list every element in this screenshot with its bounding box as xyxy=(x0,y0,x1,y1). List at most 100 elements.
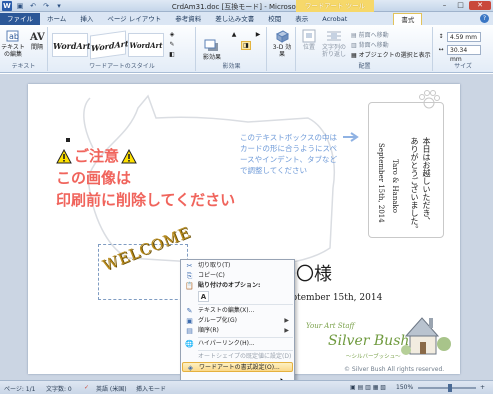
zoom-level[interactable]: 150% xyxy=(396,384,413,391)
wrap-text-label: 文字列の折り返し xyxy=(321,44,346,58)
wordart-style-1[interactable]: WordArt xyxy=(52,33,91,57)
wordart-style-3[interactable]: WordArt xyxy=(128,33,164,57)
wordart-style-2[interactable]: WordArt xyxy=(90,30,129,60)
instruction-note: このテキストボックスの中はカードの形に合うようにスペースやインデント、タブなどで… xyxy=(240,133,338,175)
menu-item-paste-options-label: 貼り付けのオプション: xyxy=(198,282,261,289)
word-count[interactable]: 文字数: 0 xyxy=(46,384,72,393)
zoom-in-icon[interactable]: + xyxy=(480,384,485,391)
insert-mode[interactable]: 挿入モード xyxy=(136,384,166,393)
tab-format[interactable]: 書式 xyxy=(393,13,423,25)
menu-item-group-label: グループ化(G) xyxy=(198,317,237,324)
shadow-effects-button[interactable]: 影効果 xyxy=(199,39,225,61)
tab-insert[interactable]: 挿入 xyxy=(73,13,100,25)
clipboard-icon: 📋 xyxy=(185,282,194,290)
anchor-marker xyxy=(66,138,70,142)
menu-item-cut-label: 切り取り(T) xyxy=(198,262,231,269)
bring-forward-label: 前面へ移動 xyxy=(358,32,389,39)
minimize-icon[interactable]: – xyxy=(437,1,452,10)
3d-cube-icon xyxy=(275,30,290,43)
width-input[interactable]: 30.34 mm xyxy=(447,45,481,63)
edit-text-button[interactable]: ab テキストの編集 xyxy=(1,29,25,58)
selection-pane-button[interactable]: ▦ オブジェクトの選択と表示 xyxy=(351,50,431,59)
zoom-slider-thumb[interactable] xyxy=(448,384,452,392)
position-icon xyxy=(302,29,316,43)
tab-view[interactable]: 表示 xyxy=(288,13,315,25)
zoom-slider[interactable] xyxy=(418,387,476,389)
menu-item-edit-text-label: テキストの編集(X)... xyxy=(198,307,255,314)
menu-separator xyxy=(198,350,293,351)
edit-text-icon: ✎ xyxy=(186,307,193,315)
group-size-label: サイズ xyxy=(454,63,472,70)
tab-home[interactable]: ホーム xyxy=(40,13,73,25)
spacing-label: 間隔 xyxy=(30,44,43,51)
send-backward-icon: ▥ xyxy=(351,42,359,49)
menu-item-hyperlink[interactable]: 🌐 ハイパーリンク(H)... xyxy=(182,339,293,349)
svg-text:AV: AV xyxy=(29,32,45,43)
copy-icon: ⎘ xyxy=(186,272,193,280)
menu-item-set-default: オートシェイプの既定値に設定(D) xyxy=(182,352,293,362)
tab-page-layout[interactable]: ページ レイアウト xyxy=(100,13,168,25)
vertical-line-1: 本日はお越しいただき、 xyxy=(422,137,431,225)
view-buttons[interactable]: ▣ ▤ ▥ ▦ ▧ xyxy=(350,384,386,391)
height-input[interactable]: 4.59 mm xyxy=(447,32,481,42)
change-shape-icon[interactable]: ◧ xyxy=(167,51,177,58)
paste-keep-text-button[interactable]: A xyxy=(198,291,209,302)
event-date: eptember 15th, 2014 xyxy=(286,293,383,303)
menu-item-cut[interactable]: ✂ 切り取り(T) xyxy=(182,261,293,271)
fill-color-icon[interactable]: ◈ xyxy=(167,31,177,38)
menu-item-paste-options: 📋 貼り付けのオプション: xyxy=(182,281,293,291)
close-icon[interactable]: ✕ xyxy=(469,1,491,10)
tab-references[interactable]: 参考資料 xyxy=(168,13,208,25)
maximize-icon[interactable]: □ xyxy=(453,1,468,10)
submenu-arrow-icon: ▶ xyxy=(284,317,289,324)
bring-forward-button[interactable]: ▤ 前面へ移動 xyxy=(351,30,389,39)
wrap-text-button[interactable]: 文字列の折り返し xyxy=(321,29,347,58)
menu-item-hyperlink-label: ハイパーリンク(H)... xyxy=(198,340,255,347)
window-title: CrdAm31.doc [互換モード] - Microsoft Word xyxy=(171,3,322,11)
position-button[interactable]: 位置 xyxy=(299,29,319,51)
menu-item-edit-text[interactable]: ✎ テキストの編集(X)... xyxy=(182,306,293,316)
scissors-icon: ✂ xyxy=(186,262,193,270)
3d-effects-label: 3-D 効果 xyxy=(272,44,292,58)
menu-item-order[interactable]: ▤ 順序(R) ▶ xyxy=(182,326,293,336)
group-3d-effects: 3-D 効果 xyxy=(268,27,296,71)
language-indicator[interactable]: 英語 (米国) xyxy=(96,384,127,393)
tab-acrobat[interactable]: Acrobat xyxy=(315,13,354,25)
proofing-icon[interactable]: ✓ xyxy=(84,384,89,391)
selection-pane-label: オブジェクトの選択と表示 xyxy=(358,52,431,59)
house-illustration xyxy=(401,317,451,355)
vertical-date: September 15th, 2014 xyxy=(377,143,385,223)
menu-separator xyxy=(198,304,293,305)
vertical-names: Taro & Hanako xyxy=(391,159,399,213)
vertical-message-box[interactable]: 本日はお越しいただき、 ありがとうございました。 Taro & Hanako S… xyxy=(368,102,444,238)
group-shadow-effects-label: 影効果 xyxy=(222,63,241,70)
copyright-text: © Silver Bush All rights reserved. xyxy=(344,366,445,373)
edit-text-label: テキストの編集 xyxy=(1,44,25,58)
shadow-toggle-icon[interactable]: ◨ xyxy=(241,41,251,50)
ribbon: ab テキストの編集 AV 間隔 テキスト WordArt WordArt Wo… xyxy=(0,25,493,73)
menu-item-format-wordart[interactable]: ◈ ワードアートの書式設定(O)... xyxy=(182,362,293,372)
nudge-right-icon[interactable]: ▶ xyxy=(253,31,263,38)
send-backward-button[interactable]: ▥ 背面へ移動 xyxy=(351,40,389,49)
help-icon[interactable]: ? xyxy=(480,14,489,23)
tab-file[interactable]: ファイル xyxy=(0,13,40,25)
outline-color-icon[interactable]: ✎ xyxy=(167,41,177,48)
logo-brand-text: Silver Bush xyxy=(328,333,410,349)
page-indicator[interactable]: ページ: 1/1 xyxy=(4,384,35,393)
3d-effects-button[interactable]: 3-D 効果 xyxy=(270,29,294,58)
wrap-text-icon xyxy=(327,31,341,41)
nudge-up-icon[interactable]: ▲ xyxy=(229,31,239,38)
spacing-button[interactable]: AV 間隔 xyxy=(27,29,47,51)
group-text: ab テキストの編集 AV 間隔 テキスト xyxy=(0,27,48,71)
order-icon: ▤ xyxy=(186,327,193,335)
tab-review[interactable]: 校閲 xyxy=(261,13,288,25)
menu-item-copy[interactable]: ⎘ コピー(C) xyxy=(182,271,293,281)
tab-mailings[interactable]: 差し込み文書 xyxy=(208,13,261,25)
bring-forward-icon: ▤ xyxy=(351,32,359,39)
warning-icon xyxy=(121,148,137,163)
hyperlink-icon: 🌐 xyxy=(185,340,194,348)
menu-separator xyxy=(198,337,293,338)
context-menu: ✂ 切り取り(T) ⎘ コピー(C) 📋 貼り付けのオプション: A ✎ テキストの編集… xyxy=(180,259,295,393)
menu-item-group[interactable]: ▣ グループ化(G) ▶ xyxy=(182,316,293,326)
group-arrange: 位置 文字列の折り返し ▤ 前面へ移動 ▥ 背面へ移動 ▦ オブジェクトの選択と… xyxy=(297,27,433,71)
